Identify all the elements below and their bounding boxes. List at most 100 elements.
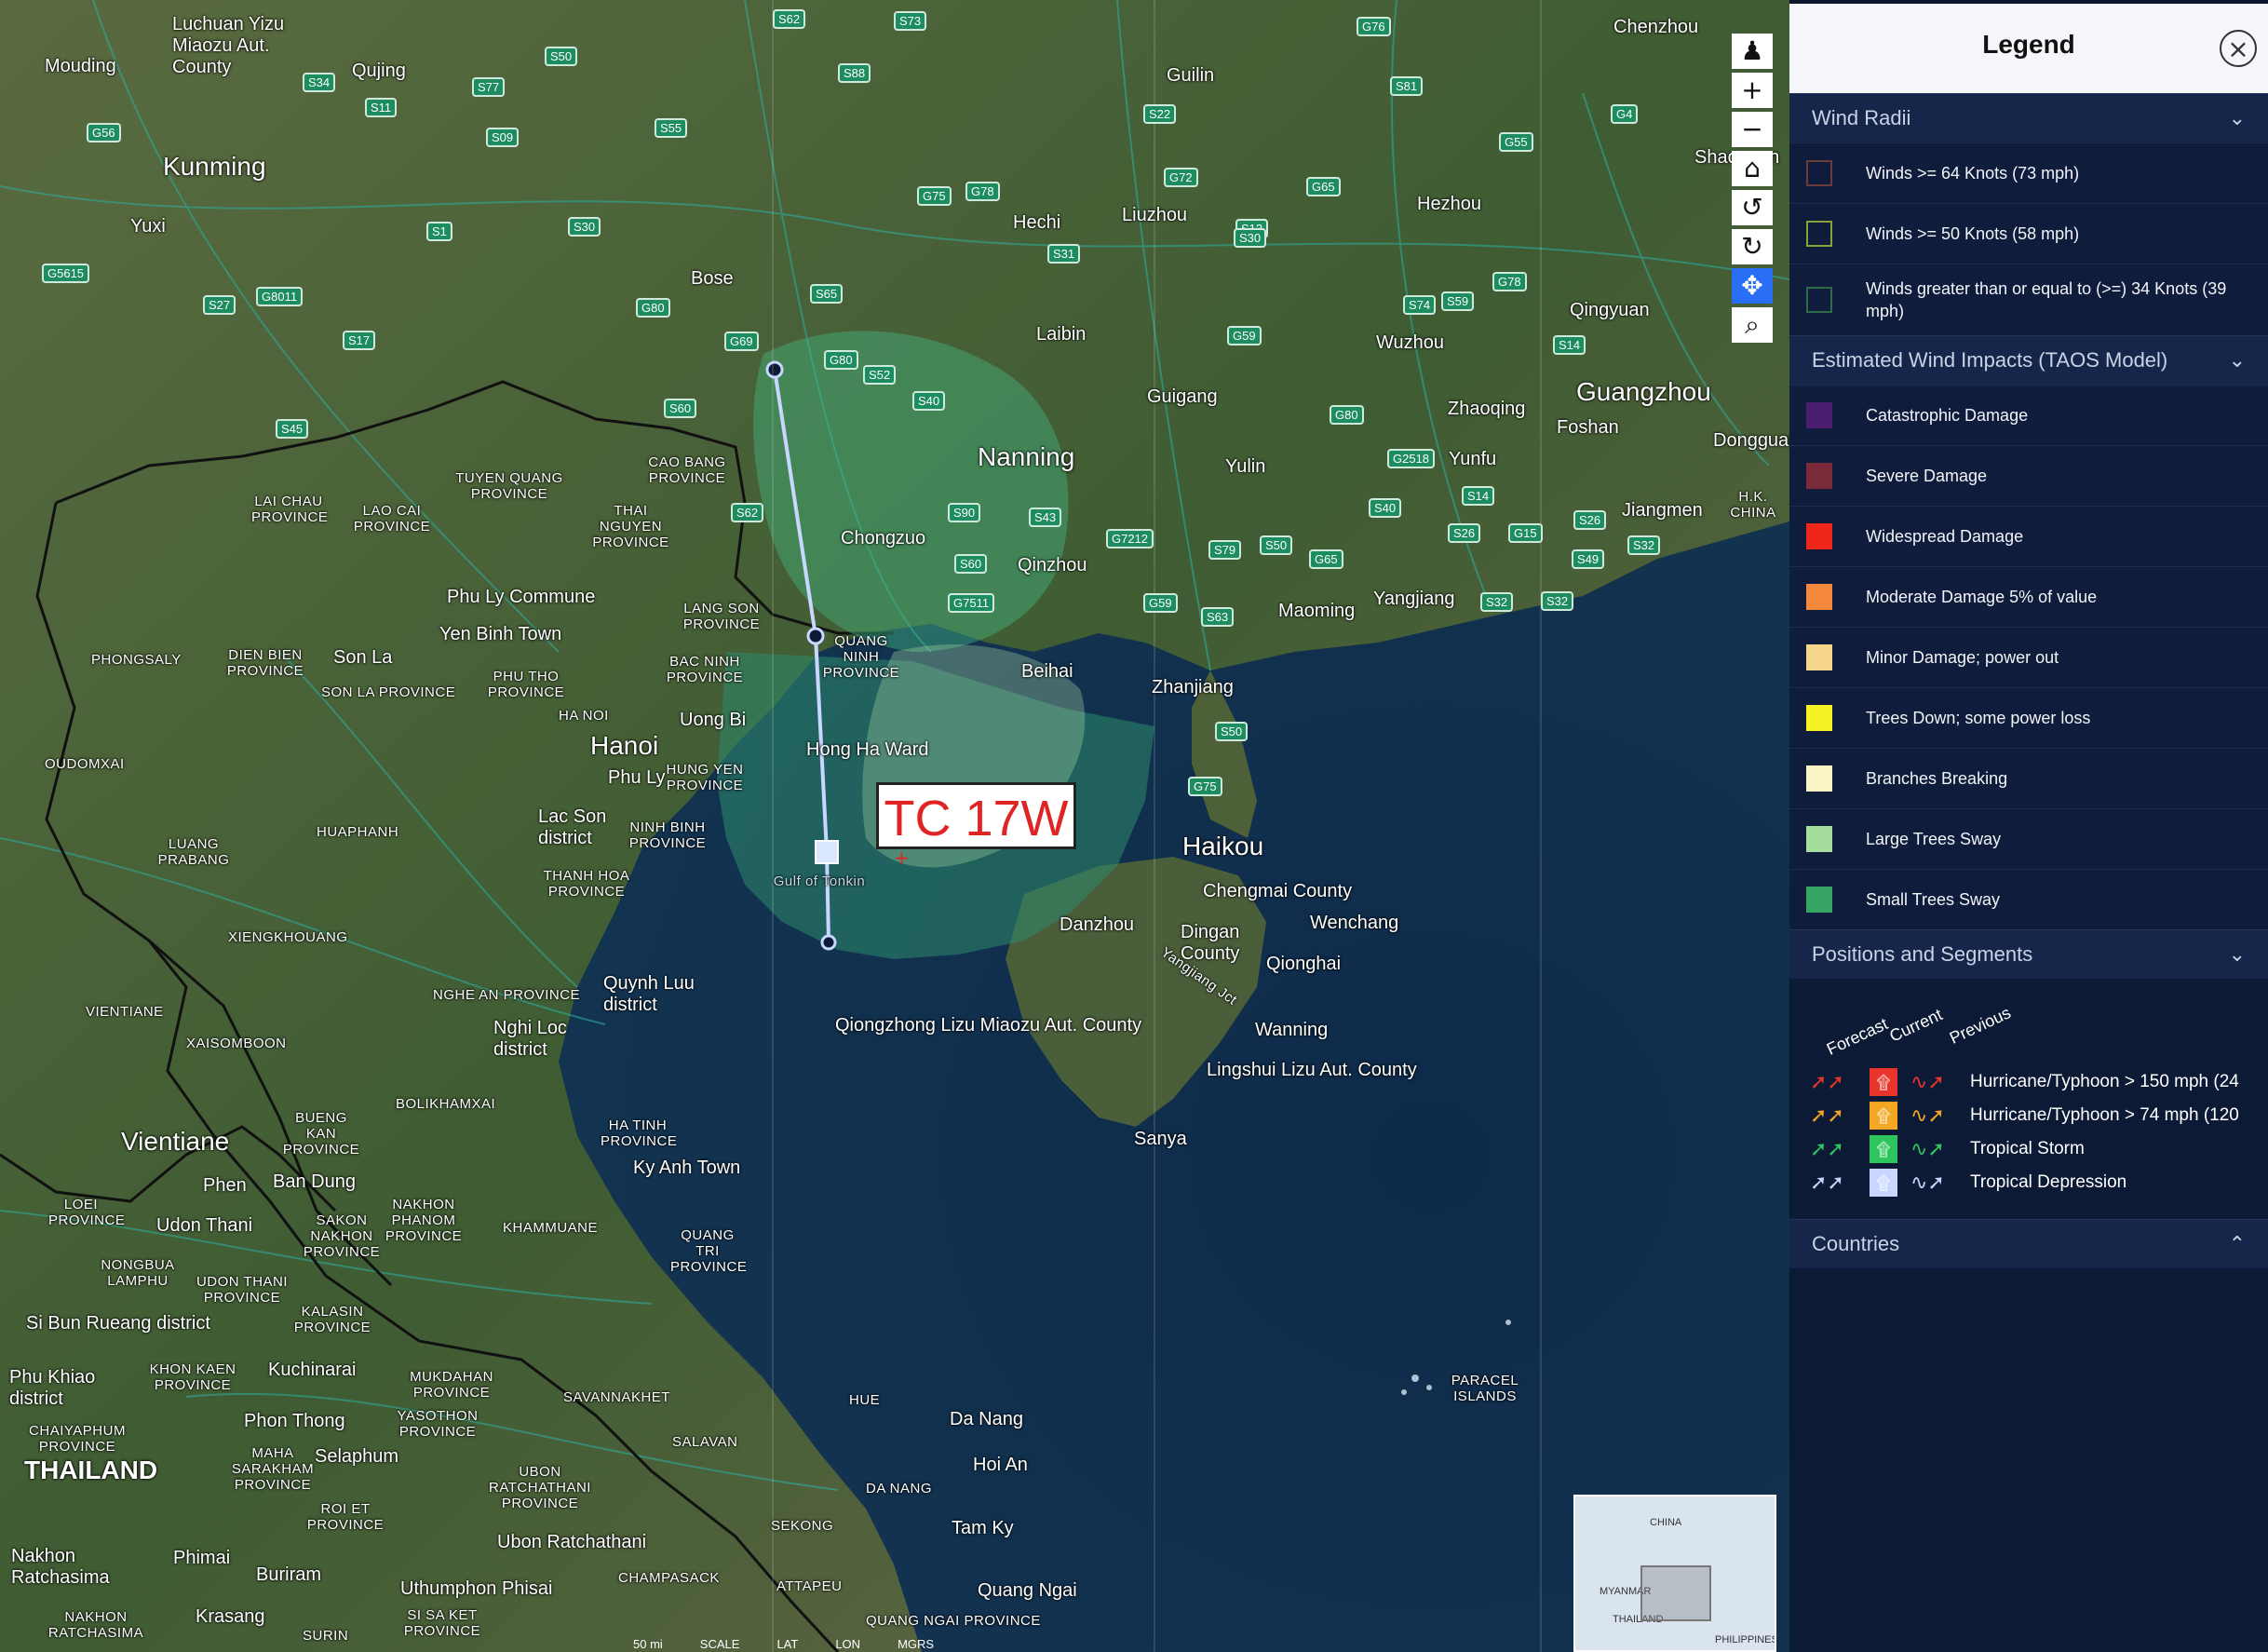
place-label: Yulin — [1225, 456, 1266, 477]
place-label: Guigang — [1147, 386, 1218, 407]
track-forecast-segment — [825, 851, 830, 943]
road-shield: G7212 — [1106, 529, 1154, 548]
minimap-label: CHINA — [1650, 1517, 1682, 1528]
scale-bar: 50 mi SCALE LAT LON MGRS — [633, 1637, 934, 1651]
place-label: Hong Ha Ward — [806, 739, 929, 760]
place-label: CAO BANG PROVINCE — [648, 454, 726, 486]
legend-item: Catastrophic Damage — [1789, 385, 2268, 445]
place-label: Quynh Luu district — [603, 973, 695, 1015]
legend-item: Winds greater than or equal to (>=) 34 K… — [1789, 264, 2268, 335]
rotate-left-icon[interactable]: ↺ — [1732, 190, 1773, 225]
road-shield: S52 — [863, 365, 897, 385]
person-icon[interactable]: ♟ — [1732, 34, 1773, 69]
legend-item: Severe Damage — [1789, 445, 2268, 506]
zoom-in-icon[interactable]: + — [1732, 73, 1773, 108]
pan-icon[interactable]: ✥ — [1732, 268, 1773, 304]
place-label: PHONGSALY — [91, 652, 182, 668]
legend-item-label: Minor Damage; power out — [1866, 648, 2059, 667]
road-shield: G80 — [1330, 405, 1364, 425]
place-label: Hezhou — [1417, 194, 1481, 214]
place-label: TUYEN QUANG PROVINCE — [455, 470, 563, 502]
place-label: Guilin — [1167, 65, 1215, 86]
place-label: Wuzhou — [1376, 332, 1445, 353]
place-label: KHAMMUANE — [503, 1220, 599, 1236]
place-label: Ban Dung — [273, 1171, 356, 1192]
legend-item: Large Trees Sway — [1789, 808, 2268, 869]
place-label: Phu Khiao district — [9, 1367, 96, 1409]
place-label: Chengmai County — [1203, 881, 1353, 901]
section-countries[interactable]: Countries ⌃ — [1789, 1219, 2268, 1268]
place-label: Uong Bi — [680, 710, 747, 730]
place-label: CHAIYAPHUM PROVINCE — [29, 1423, 126, 1455]
legend-item-label: Winds >= 64 Knots (73 mph) — [1866, 164, 2080, 183]
minimap-viewport[interactable] — [1640, 1565, 1711, 1621]
map-view[interactable]: + Kunming Nanning Guangzhou Hanoi Haikou… — [0, 0, 1789, 1652]
section-title: Estimated Wind Impacts (TAOS Model) — [1812, 348, 2168, 372]
place-label: Luchuan Yizu Miaozu Aut. County — [172, 14, 285, 77]
place-label: Qujing — [352, 61, 406, 81]
road-shield: S26 — [1573, 510, 1607, 530]
road-shield: S62 — [773, 9, 806, 29]
road-shield: S60 — [954, 554, 988, 574]
road-shield: G56 — [87, 123, 121, 142]
legend-item-label: Moderate Damage 5% of value — [1866, 588, 2098, 606]
road-shield: G78 — [1492, 272, 1527, 291]
swatch-fill — [1806, 826, 1832, 852]
close-circle-icon[interactable]: × — [2220, 30, 2257, 67]
positions-item: ➚➚ ۩ ∿➚ Hurricane/Typhoon > 150 mph (24 — [1810, 1066, 2239, 1098]
place-label: NINH BINH PROVINCE — [628, 819, 707, 851]
place-label: Guangzhou — [1576, 377, 1711, 406]
overview-minimap[interactable]: CHINA MYANMAR THAILAND PHILIPPINES — [1573, 1495, 1776, 1652]
legend-item: Minor Damage; power out — [1789, 627, 2268, 687]
place-label: Ky Anh Town — [633, 1158, 741, 1178]
place-label: Mouding — [45, 56, 116, 76]
place-label: Selaphum — [315, 1446, 399, 1467]
section-taos[interactable]: Estimated Wind Impacts (TAOS Model) ⌄ — [1789, 335, 2268, 385]
road-shield: G80 — [636, 298, 670, 318]
road-shield: S50 — [1215, 722, 1249, 741]
positions-item: ➚➚ ۩ ∿➚ Tropical Storm — [1810, 1133, 2085, 1165]
road-shield: S50 — [1260, 535, 1293, 555]
forecast-icon: ➚➚ — [1810, 1070, 1844, 1094]
chevron-down-icon: ⌄ — [2228, 106, 2246, 130]
road-shield: G4 — [1611, 104, 1639, 124]
road-shield: S63 — [1201, 607, 1235, 627]
legend-item-label: Large Trees Sway — [1866, 830, 2002, 848]
road-shield: S34 — [303, 73, 336, 92]
place-label: Liuzhou — [1122, 205, 1188, 225]
home-icon[interactable]: ⌂ — [1732, 151, 1773, 186]
legend-panel: Legend × Wind Radii ⌄ Winds >= 64 Knots … — [1789, 4, 2268, 1652]
road-shield: S45 — [276, 419, 309, 439]
positions-item: ➚➚ ۩ ∿➚ Hurricane/Typhoon > 74 mph (120 — [1810, 1100, 2239, 1131]
legend-item: Small Trees Sway — [1789, 869, 2268, 929]
section-wind-radii[interactable]: Wind Radii ⌄ — [1789, 93, 2268, 142]
road-shield: S60 — [664, 399, 697, 418]
place-label: Laibin — [1036, 324, 1087, 345]
place-label: Phimai — [173, 1548, 231, 1568]
place-label: Wenchang — [1310, 913, 1399, 933]
road-shield: G5615 — [42, 264, 90, 283]
road-shield: S74 — [1403, 295, 1437, 315]
road-shield: S30 — [1234, 228, 1267, 248]
place-label: Kunming — [163, 152, 266, 181]
scale-text: SCALE — [699, 1637, 740, 1651]
place-label: Dingan County — [1181, 922, 1240, 964]
road-shield: S22 — [1143, 104, 1177, 124]
place-label: Phon Thong — [244, 1411, 345, 1431]
section-positions[interactable]: Positions and Segments ⌄ — [1789, 929, 2268, 979]
place-label: KALASIN PROVINCE — [293, 1304, 371, 1335]
legend-item-label: Catastrophic Damage — [1866, 406, 2029, 425]
zoom-box-icon[interactable]: ⌕ — [1732, 307, 1773, 343]
track-point-current — [815, 840, 839, 864]
storm-label[interactable]: TC 17W — [876, 782, 1076, 849]
road-shield: S49 — [1572, 549, 1605, 569]
rotate-right-icon[interactable]: ↻ — [1732, 229, 1773, 264]
place-label: Qinzhou — [1018, 555, 1087, 575]
place-label: LUANG PRABANG — [157, 836, 230, 868]
current-icon: ۩ — [1870, 1169, 1897, 1197]
road-shield: S73 — [894, 11, 927, 31]
forecast-icon: ➚➚ — [1810, 1104, 1844, 1128]
place-label: Nakhon Ratchasima — [11, 1546, 110, 1588]
zoom-out-icon[interactable]: − — [1732, 112, 1773, 147]
place-label: BAC NINH PROVINCE — [666, 654, 744, 685]
